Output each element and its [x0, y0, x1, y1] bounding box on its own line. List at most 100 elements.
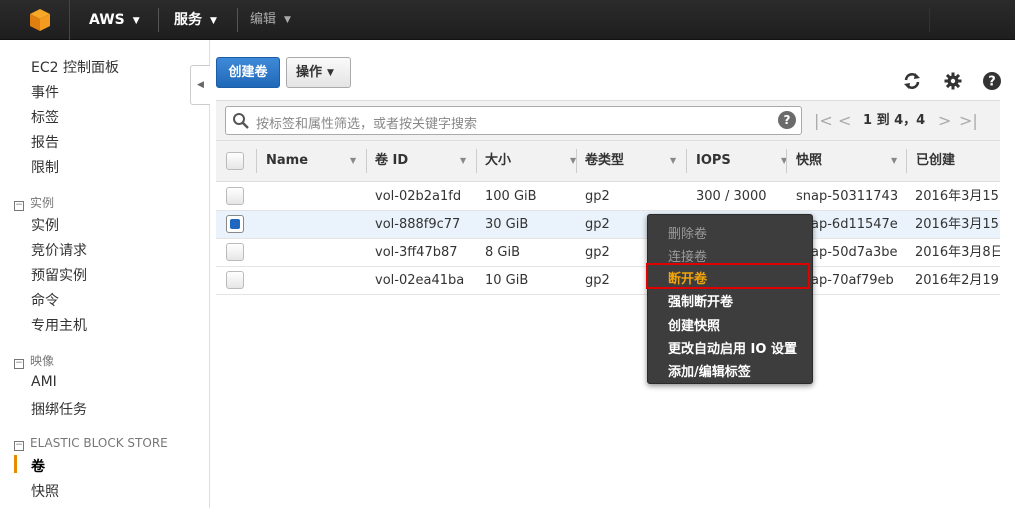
aws-logo[interactable]: [0, 0, 70, 40]
last-page-icon[interactable]: >|: [959, 101, 978, 141]
aws-menu[interactable]: AWS ▼: [89, 0, 140, 40]
table-row[interactable]: vol-3ff47b87 8 GiB gp2 snap-50d7a3be 201…: [216, 239, 1000, 267]
volume-type-cell: gp2: [585, 217, 610, 232]
volume-type-cell: gp2: [585, 273, 610, 288]
chevron-down-icon: ▼: [284, 15, 291, 25]
pagination-text: 1 到 4，4: [863, 113, 926, 128]
menu-item-create-snapshot[interactable]: 创建快照: [668, 315, 720, 334]
sidebar-item-reports[interactable]: 报告: [31, 132, 59, 152]
sidebar-item-spot-requests[interactable]: 竞价请求: [31, 240, 87, 260]
sort-icon: ▼: [891, 156, 898, 165]
sidebar-item-ami[interactable]: AMI: [31, 374, 57, 390]
filter-bar: 按标签和属性筛选，或者按关键字搜索 ? |< < 1 到 4，4 > >|: [216, 100, 1000, 140]
menu-item-change-auto-enable-io[interactable]: 更改自动启用 IO 设置: [668, 338, 797, 357]
aws-menu-label: AWS: [89, 12, 125, 28]
column-header-created[interactable]: 已创建: [916, 141, 1000, 181]
refresh-icon[interactable]: [902, 71, 922, 91]
table-row[interactable]: vol-02b2a1fd 100 GiB gp2 300 / 3000 snap…: [216, 183, 1000, 211]
sort-icon: ▼: [350, 156, 357, 165]
help-icon[interactable]: ?: [982, 71, 1002, 91]
search-input[interactable]: 按标签和属性筛选，或者按关键字搜索 ?: [225, 106, 802, 135]
svg-text:?: ?: [988, 75, 996, 90]
select-all-checkbox[interactable]: [226, 152, 244, 170]
first-page-icon[interactable]: |<: [814, 101, 833, 141]
sidebar-item-snapshots[interactable]: 快照: [31, 481, 59, 501]
prev-page-icon[interactable]: <: [838, 101, 851, 141]
row-checkbox[interactable]: [226, 187, 244, 205]
row-checkbox[interactable]: [226, 271, 244, 289]
created-cell: 2016年3月15日: [915, 217, 1000, 232]
sidebar-item-ec2-dashboard[interactable]: EC2 控制面板: [31, 57, 119, 77]
sidebar-group-ebs[interactable]: − ELASTIC BLOCK STORE: [14, 436, 168, 451]
created-cell: 2016年3月15日: [915, 189, 1000, 204]
column-header-label: 卷 ID: [375, 153, 409, 168]
column-header-label: 卷类型: [585, 153, 625, 168]
edit-menu[interactable]: 编辑 ▼: [250, 0, 291, 40]
column-divider: [476, 149, 477, 173]
aws-cube-icon: [30, 9, 50, 31]
column-header-label: IOPS: [696, 153, 731, 168]
size-cell: 10 GiB: [485, 273, 529, 288]
sidebar-group-label: 映像: [30, 354, 55, 368]
sort-icon: ▼: [460, 156, 467, 165]
sidebar-group-instances[interactable]: − 实例: [14, 194, 54, 211]
column-divider: [576, 149, 577, 173]
create-volume-button[interactable]: 创建卷: [216, 57, 280, 88]
sidebar-item-reserved-instances[interactable]: 预留实例: [31, 265, 87, 285]
column-header-iops[interactable]: IOPS ▼: [696, 141, 796, 181]
chevron-down-icon: ▼: [210, 16, 217, 26]
sidebar-item-tags[interactable]: 标签: [31, 107, 59, 127]
volume-id-cell: vol-3ff47b87: [375, 245, 458, 260]
help-icon[interactable]: ?: [778, 111, 796, 129]
actions-context-menu: 删除卷 连接卷 断开卷 强制断开卷 创建快照 更改自动启用 IO 设置 添加/编…: [646, 214, 813, 384]
chevron-left-icon: ◀: [197, 80, 204, 90]
row-checkbox[interactable]: [226, 243, 244, 261]
column-header-size[interactable]: 大小 ▼: [485, 141, 585, 181]
sidebar-item-limits[interactable]: 限制: [31, 157, 59, 177]
column-header-snapshot[interactable]: 快照 ▼: [796, 141, 906, 181]
row-checkbox[interactable]: [226, 215, 244, 233]
menu-item-detach-volume[interactable]: 断开卷: [668, 268, 707, 287]
menu-item-force-detach-volume[interactable]: 强制断开卷: [668, 291, 733, 310]
table-row-selected[interactable]: vol-888f9c77 30 GiB gp2 snap-6d11547e 20…: [216, 211, 1000, 239]
sidebar-group-images[interactable]: − 映像: [14, 352, 54, 369]
table-header: Name ▼ 卷 ID ▼ 大小 ▼ 卷类型 ▼ IOPS ▼ 快照 ▼ 已创建: [216, 140, 1000, 182]
collapse-icon: −: [14, 200, 24, 211]
sort-icon: ▼: [670, 156, 677, 165]
gear-icon[interactable]: [943, 71, 963, 91]
volume-type-cell: gp2: [585, 245, 610, 260]
sidebar-item-commands[interactable]: 命令: [31, 290, 59, 310]
actions-button[interactable]: 操作 ▼: [286, 57, 351, 88]
services-menu[interactable]: 服务 ▼: [174, 0, 217, 40]
sidebar-item-volumes[interactable]: 卷: [31, 456, 45, 476]
column-divider: [786, 149, 787, 173]
column-header-volume-type[interactable]: 卷类型 ▼: [585, 141, 685, 181]
sidebar-item-instances[interactable]: 实例: [31, 215, 59, 235]
column-header-volume-id[interactable]: 卷 ID ▼: [375, 141, 475, 181]
volume-type-cell: gp2: [585, 189, 610, 204]
sidebar-item-bundle-tasks[interactable]: 捆绑任务: [31, 399, 87, 419]
table-row[interactable]: vol-02ea41ba 10 GiB gp2 snap-70af79eb 20…: [216, 267, 1000, 295]
column-header-label: 已创建: [916, 153, 956, 168]
sidebar: EC2 控制面板 事件 标签 报告 限制 − 实例 实例 竞价请求 预留实例 命令…: [0, 40, 210, 508]
column-header-name[interactable]: Name ▼: [266, 141, 366, 181]
column-divider: [366, 149, 367, 173]
created-cell: 2016年2月19日: [915, 273, 1000, 288]
actions-button-label: 操作: [296, 65, 323, 80]
column-divider: [906, 149, 907, 173]
sidebar-collapse-toggle[interactable]: ◀: [190, 65, 210, 105]
nav-divider: [929, 8, 930, 32]
menu-item-add-edit-tags[interactable]: 添加/编辑标签: [668, 361, 751, 380]
next-page-icon[interactable]: >: [938, 101, 951, 141]
sidebar-item-dedicated-hosts[interactable]: 专用主机: [31, 315, 87, 335]
search-placeholder: 按标签和属性筛选，或者按关键字搜索: [256, 117, 478, 132]
snapshot-cell: snap-50311743: [796, 189, 899, 204]
sidebar-item-events[interactable]: 事件: [31, 82, 59, 102]
sidebar-group-label: ELASTIC BLOCK STORE: [30, 436, 168, 450]
size-cell: 100 GiB: [485, 189, 537, 204]
top-nav-bar: AWS ▼ 服务 ▼ 编辑 ▼: [0, 0, 1015, 40]
sidebar-group-label: 实例: [30, 196, 55, 210]
column-header-label: 大小: [485, 153, 512, 168]
size-cell: 8 GiB: [485, 245, 521, 260]
column-divider: [686, 149, 687, 173]
